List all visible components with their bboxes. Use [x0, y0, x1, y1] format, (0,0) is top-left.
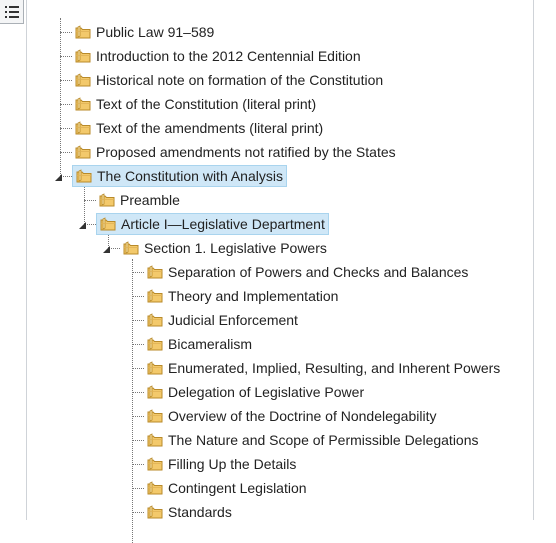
list-icon: [4, 5, 19, 18]
tree-item-label: Theory and Implementation: [168, 288, 339, 304]
tree-connector-horizontal: [60, 80, 72, 81]
tree-item-label: Preamble: [120, 192, 180, 208]
tree-item[interactable]: Judicial Enforcement: [144, 309, 301, 331]
tree-item[interactable]: Bicameralism: [144, 333, 255, 355]
tree-item[interactable]: Theory and Implementation: [144, 285, 341, 307]
tree-connector-horizontal: [132, 464, 144, 465]
tree-connector-vertical: [84, 187, 85, 224]
tree-item[interactable]: Text of the amendments (literal print): [72, 117, 326, 139]
tree-connector-horizontal: [60, 104, 72, 105]
tree-item-label: Text of the amendments (literal print): [96, 120, 324, 136]
tree-item-label: Delegation of Legislative Power: [168, 384, 365, 400]
tree-item-label: Judicial Enforcement: [168, 312, 298, 328]
collapse-arrow-icon[interactable]: [78, 221, 87, 230]
tree-item[interactable]: Historical note on formation of the Cons…: [72, 69, 386, 91]
folder-icon: [99, 193, 115, 207]
tree-connector-horizontal: [132, 512, 144, 513]
tree-item-label: Proposed amendments not ratified by the …: [96, 144, 396, 160]
folder-icon: [147, 337, 163, 351]
tree-item-selected[interactable]: Article I—Legislative Department: [96, 213, 329, 235]
folder-icon: [75, 97, 91, 111]
collapse-arrow-icon[interactable]: [54, 173, 63, 182]
tree-connector-horizontal: [132, 296, 144, 297]
folder-icon: [147, 433, 163, 447]
tree-item-label: Contingent Legislation: [168, 480, 307, 496]
tree-item[interactable]: Proposed amendments not ratified by the …: [72, 141, 399, 163]
tree-item[interactable]: Separation of Powers and Checks and Bala…: [144, 261, 471, 283]
tree-item[interactable]: Enumerated, Implied, Resulting, and Inhe…: [144, 357, 503, 379]
tree-connector-horizontal: [132, 488, 144, 489]
folder-icon: [147, 313, 163, 327]
folder-icon: [75, 73, 91, 87]
tree-item[interactable]: Delegation of Legislative Power: [144, 381, 367, 403]
tree-connector-horizontal: [84, 200, 96, 201]
tree-item[interactable]: Public Law 91–589: [72, 21, 217, 43]
folder-icon: [147, 361, 163, 375]
tree-connector-horizontal: [132, 272, 144, 273]
tree-item-label: Standards: [168, 504, 232, 520]
tree-item-label: Historical note on formation of the Cons…: [96, 72, 384, 88]
tree-item-label: Introduction to the 2012 Centennial Edit…: [96, 48, 361, 64]
tree-item-label: Text of the Constitution (literal print): [96, 96, 317, 112]
folder-icon: [147, 289, 163, 303]
folder-icon: [75, 49, 91, 63]
collapse-arrow-icon[interactable]: [102, 245, 111, 254]
tree-connector-vertical: [132, 259, 133, 543]
tree-connector-horizontal: [60, 128, 72, 129]
tree-item[interactable]: Section 1. Legislative Powers: [120, 237, 330, 259]
folder-icon: [100, 217, 116, 231]
folder-icon: [123, 241, 139, 255]
tree-item-label: Bicameralism: [168, 336, 253, 352]
folder-icon: [147, 409, 163, 423]
tree-item[interactable]: Standards: [144, 501, 235, 523]
tree-item-label: Article I—Legislative Department: [121, 216, 325, 232]
tree-item[interactable]: Contingent Legislation: [144, 477, 310, 499]
tree-connector-horizontal: [60, 32, 72, 33]
tree-connector-horizontal: [132, 392, 144, 393]
tree-item-label: Enumerated, Implied, Resulting, and Inhe…: [168, 360, 501, 376]
tree-item-label: Section 1. Legislative Powers: [144, 240, 327, 256]
tree-item-label: Overview of the Doctrine of Nondelegabil…: [168, 408, 437, 424]
tree-connector-horizontal: [132, 320, 144, 321]
tree-item[interactable]: Preamble: [96, 189, 183, 211]
tree-connector-horizontal: [132, 416, 144, 417]
tree-connector-horizontal: [60, 152, 72, 153]
tree-item-label: Separation of Powers and Checks and Bala…: [168, 264, 469, 280]
folder-icon: [75, 121, 91, 135]
tree-item-label: The Nature and Scope of Permissible Dele…: [168, 432, 479, 448]
tree-item-selected[interactable]: The Constitution with Analysis: [72, 165, 287, 187]
tree-item-label: Public Law 91–589: [96, 24, 215, 40]
tree-item-label: Filling Up the Details: [168, 456, 297, 472]
toggle-sidebar-button[interactable]: [0, 0, 24, 24]
folder-icon: [147, 505, 163, 519]
tree-connector-horizontal: [132, 368, 144, 369]
folder-icon: [75, 25, 91, 39]
tree-item-label: The Constitution with Analysis: [97, 168, 283, 184]
tree-item[interactable]: Text of the Constitution (literal print): [72, 93, 319, 115]
folder-icon: [147, 457, 163, 471]
tree-connector-horizontal: [60, 56, 72, 57]
tree-item[interactable]: Overview of the Doctrine of Nondelegabil…: [144, 405, 439, 427]
tree-item[interactable]: Introduction to the 2012 Centennial Edit…: [72, 45, 364, 67]
folder-icon: [75, 145, 91, 159]
folder-icon: [147, 265, 163, 279]
folder-icon: [76, 169, 92, 183]
folder-icon: [147, 385, 163, 399]
tree-connector-horizontal: [132, 344, 144, 345]
folder-icon: [147, 481, 163, 495]
tree-item[interactable]: The Nature and Scope of Permissible Dele…: [144, 429, 482, 451]
tree-connector-horizontal: [132, 440, 144, 441]
tree-item[interactable]: Filling Up the Details: [144, 453, 299, 475]
